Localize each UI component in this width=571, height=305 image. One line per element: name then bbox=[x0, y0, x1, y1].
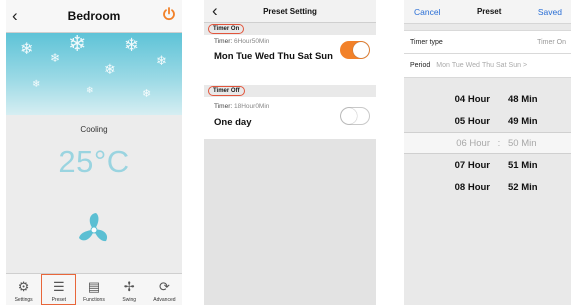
snowflake-icon: ❄ bbox=[156, 53, 167, 68]
main-control-screen: ‹ Bedroom ❄ ❄ ❄ ❄ ❄ ❄ ❄ ❄ ❄ Cooling 25°C bbox=[6, 0, 182, 305]
toggle-knob bbox=[341, 108, 357, 124]
saved-button[interactable]: Saved bbox=[538, 7, 562, 17]
section-label: Timer On bbox=[208, 24, 245, 34]
page-title: Preset Setting bbox=[263, 6, 317, 16]
picker-minute: 49 Min bbox=[508, 115, 538, 127]
gear-icon: ⚙ bbox=[17, 279, 30, 294]
timer-label: Timer: bbox=[214, 38, 233, 45]
tab-settings[interactable]: ⚙ Settings bbox=[6, 274, 41, 305]
picker-hour: 04 Hour bbox=[454, 93, 490, 105]
picker-minute: 50 Min bbox=[508, 137, 537, 149]
list-icon: ☰ bbox=[52, 279, 65, 294]
tab-label: Advanced bbox=[153, 297, 176, 303]
picker-hour: 05 Hour bbox=[454, 115, 490, 127]
timer-type-label: Timer type bbox=[410, 38, 443, 46]
status-area: Cooling 25°C bbox=[6, 115, 182, 279]
timer-duration: 18Hour0Min bbox=[234, 103, 270, 110]
tab-advanced[interactable]: ⟳ Advanced bbox=[147, 274, 182, 305]
tab-label: Preset bbox=[51, 297, 67, 303]
advanced-icon: ⟳ bbox=[158, 279, 170, 294]
period-days: Mon Tue Wed Thu Sat Sun bbox=[436, 62, 521, 69]
nav-bar: Cancel Preset Saved bbox=[404, 0, 571, 24]
power-icon[interactable] bbox=[156, 6, 176, 26]
page-title: Preset bbox=[476, 7, 502, 16]
tab-label: Settings bbox=[14, 297, 33, 303]
snowflake-icon: ❄ bbox=[20, 41, 34, 58]
back-chevron-icon[interactable]: ‹ bbox=[12, 6, 32, 26]
snowflake-icon: ❄ bbox=[68, 33, 87, 56]
snowflake-icon: ❄ bbox=[86, 85, 94, 95]
picker-hour: 08 Hour bbox=[454, 181, 490, 193]
tab-swing[interactable]: ✢ Swing bbox=[112, 274, 147, 305]
day-option[interactable]: Sun bbox=[509, 62, 521, 69]
picker-row-selected[interactable]: 06 Hour : 50 Min bbox=[404, 132, 571, 154]
day-option[interactable]: Wed bbox=[466, 62, 480, 69]
timer-off-header: Timer Off bbox=[204, 85, 376, 97]
picker-row[interactable]: 04 Hour 48 Min bbox=[404, 88, 571, 110]
day-option[interactable]: Thu bbox=[482, 62, 494, 69]
timer-off-row[interactable]: Timer: 18Hour0Min One day bbox=[204, 97, 376, 139]
timer-type-value: Timer On bbox=[537, 38, 566, 46]
preset-edit-screen: Cancel Preset Saved Timer type Timer On … bbox=[404, 0, 571, 305]
timer-on-header: Timer On bbox=[204, 23, 376, 35]
picker-hour: 07 Hour bbox=[454, 159, 490, 171]
picker-minute: 51 Min bbox=[508, 159, 538, 171]
swing-icon: ✢ bbox=[123, 279, 135, 294]
timer-off-toggle[interactable] bbox=[340, 107, 370, 125]
picker-row[interactable]: 05 Hour 49 Min bbox=[404, 110, 571, 132]
picker-row[interactable]: 07 Hour 51 Min bbox=[404, 154, 571, 176]
time-picker[interactable]: 04 Hour 48 Min 05 Hour 49 Min 06 Hour : … bbox=[404, 88, 571, 198]
timer-duration: 6Hour50Min bbox=[234, 38, 270, 45]
tab-label: Swing bbox=[122, 297, 137, 303]
timer-on-toggle[interactable] bbox=[340, 41, 370, 59]
timer-on-row[interactable]: Timer: 6Hour50Min Mon Tue Wed Thu Sat Su… bbox=[204, 35, 376, 85]
nav-bar: ‹ Preset Setting bbox=[204, 0, 376, 23]
preset-setting-screen: ‹ Preset Setting Timer On Timer: 6Hour50… bbox=[204, 0, 376, 305]
section-label: Timer Off bbox=[208, 86, 245, 96]
timer-type-row[interactable]: Timer type Timer On bbox=[404, 30, 571, 54]
mode-label: Cooling bbox=[80, 125, 108, 134]
document-icon: ▤ bbox=[87, 279, 101, 294]
period-row[interactable]: Period Mon Tue Wed Thu Sat Sun > bbox=[404, 54, 571, 78]
day-option[interactable]: Sat bbox=[496, 62, 507, 69]
picker-row[interactable]: 08 Hour 52 Min bbox=[404, 176, 571, 198]
back-chevron-icon[interactable]: ‹ bbox=[212, 1, 232, 21]
snowflake-icon: ❄ bbox=[142, 88, 152, 100]
fan-icon[interactable] bbox=[74, 210, 114, 255]
day-option[interactable]: Tue bbox=[452, 62, 464, 69]
snowflake-icon: ❄ bbox=[104, 61, 116, 77]
chevron-right-icon: > bbox=[523, 62, 528, 69]
cooling-banner: ❄ ❄ ❄ ❄ ❄ ❄ ❄ ❄ ❄ bbox=[6, 33, 182, 115]
nav-bar: ‹ Bedroom bbox=[6, 0, 182, 33]
picker-separator: : bbox=[497, 137, 501, 149]
snowflake-icon: ❄ bbox=[124, 35, 140, 55]
period-label: Period bbox=[410, 62, 431, 69]
picker-minute: 48 Min bbox=[508, 93, 538, 105]
temperature-display: 25°C bbox=[58, 144, 130, 179]
snowflake-icon: ❄ bbox=[32, 79, 41, 90]
tab-preset[interactable]: ☰ Preset bbox=[41, 274, 77, 305]
snowflake-icon: ❄ bbox=[50, 51, 61, 65]
page-title: Bedroom bbox=[67, 9, 121, 23]
cancel-button[interactable]: Cancel bbox=[414, 7, 440, 17]
tab-functions[interactable]: ▤ Functions bbox=[76, 274, 111, 305]
day-option[interactable]: Mon bbox=[436, 62, 450, 69]
tab-label: Functions bbox=[83, 297, 105, 303]
toggle-knob bbox=[353, 42, 369, 58]
picker-hour: 06 Hour bbox=[456, 137, 490, 149]
picker-minute: 52 Min bbox=[508, 181, 538, 193]
timer-label: Timer: bbox=[214, 103, 233, 110]
tab-bar: ⚙ Settings ☰ Preset ▤ Functions ✢ Swing … bbox=[6, 273, 182, 305]
